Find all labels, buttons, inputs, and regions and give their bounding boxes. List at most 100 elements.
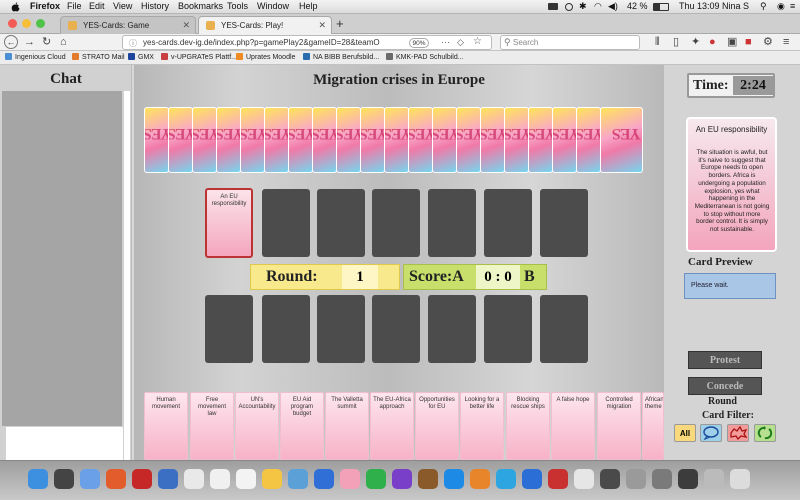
bookmark-strato-mail[interactable]: STRATO Mail <box>72 53 125 61</box>
reload-icon[interactable]: ↻ <box>42 36 51 48</box>
hand-card[interactable]: Opportunities for EU <box>415 392 459 460</box>
extension-icon[interactable]: ⚙ <box>763 36 773 48</box>
forward-arrow-icon[interactable]: → <box>24 36 35 48</box>
menu-edit[interactable]: Edit <box>89 1 105 11</box>
dock-app-icon[interactable] <box>626 469 646 489</box>
tab-yes-cards-play[interactable]: YES-Cards: Play! ✕ <box>198 16 332 34</box>
notification-center-icon[interactable]: ≡ <box>790 1 795 11</box>
tab-yes-cards-game[interactable]: YES-Cards: Game ✕ <box>60 16 196 34</box>
played-card[interactable]: An EU responsibility <box>205 188 253 258</box>
search-input[interactable]: ⚲ Search <box>500 35 640 50</box>
tab-close-icon[interactable]: ✕ <box>182 20 190 31</box>
filter-cycle-button[interactable] <box>754 424 776 442</box>
board-slot[interactable] <box>484 295 532 363</box>
hand-card[interactable]: EU Aid program budget <box>280 392 324 460</box>
filter-speech-button[interactable] <box>700 424 722 442</box>
url-bar[interactable]: ⓘ yes-cards.dev-ig.de/index.php?p=gamePl… <box>122 35 492 50</box>
dock-app-icon[interactable] <box>288 469 308 489</box>
dock-app-icon[interactable] <box>106 469 126 489</box>
filter-all-button[interactable]: All <box>674 424 696 442</box>
dock-app-icon[interactable] <box>236 469 256 489</box>
bookmark-na-bibb[interactable]: NA BIBB Berufsbild... <box>303 53 379 61</box>
status-app-icon[interactable] <box>548 3 558 10</box>
page-actions-icon[interactable]: ··· <box>441 37 450 47</box>
window-minimize-button[interactable] <box>22 19 31 28</box>
dock-app-icon[interactable] <box>470 469 490 489</box>
volume-icon[interactable]: ◀) <box>608 1 618 12</box>
board-slot[interactable] <box>262 189 310 257</box>
hand-card[interactable]: A false hope <box>551 392 595 460</box>
dock-app-icon[interactable] <box>574 469 594 489</box>
board-slot[interactable] <box>428 189 476 257</box>
hand-card[interactable]: The Valletta summit <box>325 392 369 460</box>
site-info-icon[interactable]: ⓘ <box>129 38 137 49</box>
pocket-icon[interactable]: ◇ <box>457 37 464 48</box>
menu-history[interactable]: History <box>141 1 169 11</box>
siri-icon[interactable]: ◉ <box>777 1 785 12</box>
protest-button[interactable]: Protest <box>688 351 762 369</box>
dock-app-icon[interactable] <box>314 469 334 489</box>
bookmark-star-icon[interactable]: ☆ <box>473 36 482 47</box>
dock-app-icon[interactable] <box>54 469 74 489</box>
concede-button[interactable]: Concede <box>688 377 762 395</box>
hand-card[interactable]: African theme <box>642 392 664 460</box>
dock-app-icon[interactable] <box>262 469 282 489</box>
bookmark-kmk-pad[interactable]: KMK-PAD Schulbild... <box>386 53 464 61</box>
hand-card[interactable]: The EU-Africa approach <box>370 392 414 460</box>
dock-app-icon[interactable] <box>522 469 542 489</box>
menu-window[interactable]: Window <box>257 1 289 11</box>
board-slot[interactable] <box>317 295 365 363</box>
dock-app-icon[interactable] <box>80 469 100 489</box>
screenshot-icon[interactable]: ▣ <box>727 36 737 48</box>
dock-app-icon[interactable] <box>444 469 464 489</box>
zoom-level-badge[interactable]: 90% <box>409 38 429 48</box>
board-slot[interactable] <box>205 295 253 363</box>
hand-card[interactable]: Controlled migration <box>597 392 641 460</box>
bookmark-gmx[interactable]: GMX <box>128 53 154 61</box>
menu-bookmarks[interactable]: Bookmarks <box>178 1 223 11</box>
wifi-icon[interactable]: ◠ <box>594 1 602 12</box>
menu-help[interactable]: Help <box>299 1 318 11</box>
dock-app-icon[interactable] <box>28 469 48 489</box>
tab-close-icon[interactable]: ✕ <box>318 20 326 31</box>
app-menu-firefox[interactable]: Firefox <box>30 1 60 11</box>
menu-tools[interactable]: Tools <box>227 1 248 11</box>
dock-app-icon[interactable] <box>184 469 204 489</box>
menu-file[interactable]: File <box>67 1 82 11</box>
window-close-button[interactable] <box>8 19 17 28</box>
dock-app-icon[interactable] <box>704 469 724 489</box>
dock-app-icon[interactable] <box>366 469 386 489</box>
back-arrow-icon[interactable]: ← <box>4 35 18 49</box>
hand-card[interactable]: Human movement <box>144 392 188 460</box>
hand-card[interactable]: Blocking rescue ships <box>506 392 550 460</box>
board-slot[interactable] <box>540 189 588 257</box>
dock-app-icon[interactable] <box>678 469 698 489</box>
dock-app-icon[interactable] <box>158 469 178 489</box>
dock-app-icon[interactable] <box>600 469 620 489</box>
menubar-clock[interactable]: Thu 13:09 <box>679 1 720 11</box>
status-clock-icon[interactable] <box>565 3 573 11</box>
dock-app-icon[interactable] <box>132 469 152 489</box>
chat-input[interactable] <box>6 427 123 460</box>
board-slot[interactable] <box>372 295 420 363</box>
window-zoom-button[interactable] <box>36 19 45 28</box>
dock-app-icon[interactable] <box>548 469 568 489</box>
apple-icon[interactable] <box>11 2 20 12</box>
board-slot[interactable] <box>317 189 365 257</box>
menu-view[interactable]: View <box>113 1 132 11</box>
hand-card[interactable]: Free movement law <box>190 392 234 460</box>
bookmark-v-upgrates[interactable]: v-UPGRATeS Plattf... <box>161 53 237 61</box>
extension-icon[interactable]: ■ <box>745 36 752 48</box>
dock-app-icon[interactable] <box>392 469 412 489</box>
dock-app-icon[interactable] <box>730 469 750 489</box>
home-icon[interactable]: ⌂ <box>60 36 67 48</box>
new-tab-button[interactable]: + <box>336 16 344 31</box>
bookmark-uprates-moodle[interactable]: Uprates Moodle <box>236 53 295 61</box>
dock-app-icon[interactable] <box>496 469 516 489</box>
battery-percent[interactable]: 42 % <box>627 1 648 11</box>
library-icon[interactable]: ⫴ <box>655 36 660 48</box>
hand-card[interactable]: UN's Accountability <box>235 392 279 460</box>
hand-card[interactable]: Looking for a better life <box>460 392 504 460</box>
bluetooth-icon[interactable]: ✱ <box>579 1 587 12</box>
board-slot[interactable] <box>372 189 420 257</box>
